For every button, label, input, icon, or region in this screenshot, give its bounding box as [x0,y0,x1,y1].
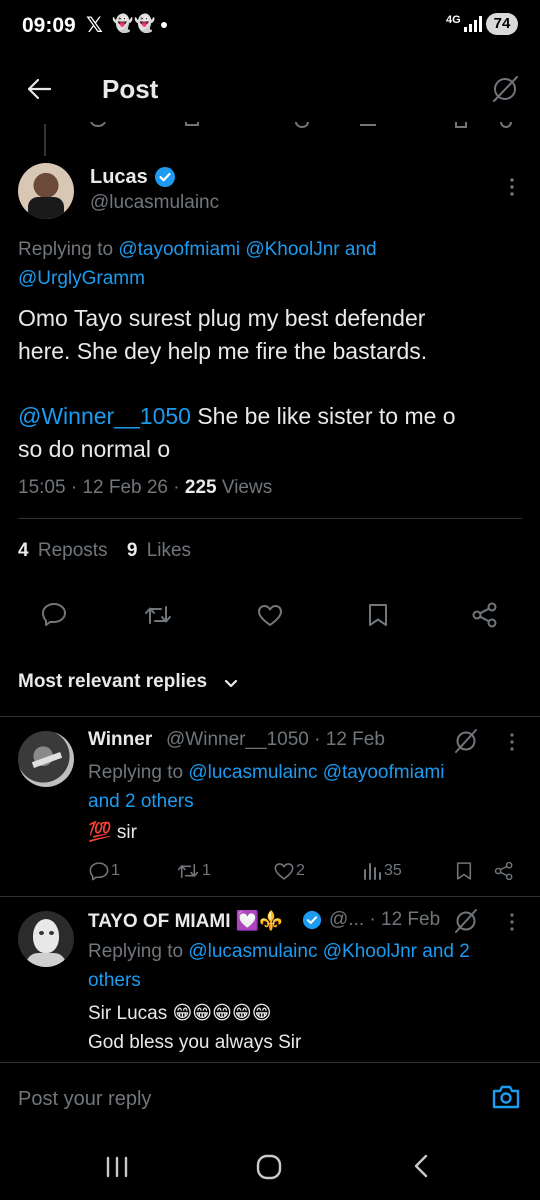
post-body-line1: Omo Tayo surest plug my best defender [18,305,426,331]
page-title: Post [102,74,159,104]
replying-to-links[interactable]: @tayoofmiami @KhoolJnr and [118,239,376,260]
reply-handle-date[interactable]: @... · 12 Feb [329,909,440,931]
network-label: 4G [446,14,461,26]
post-meta: 15:05 · 12 Feb 26 · 225 Views [18,477,272,499]
post-author-avatar[interactable] [18,163,74,219]
post-author-name[interactable]: Lucas [90,166,148,189]
views-icon[interactable] [362,861,382,881]
repost-icon[interactable] [176,860,200,882]
reply-author-name[interactable]: TAYO OF MIAMI 💟⚜️ [88,909,283,933]
reply-replies-count: 1 [111,862,120,879]
status-bar: 09:09 𝕏 👻 👻 4G 74 [0,0,540,52]
replies-sort-label[interactable]: Most relevant replies [18,671,207,693]
replies-divider [0,716,540,717]
like-icon[interactable] [255,601,285,629]
like-icon[interactable] [272,860,296,882]
reposts-count[interactable]: 4 [18,540,29,561]
clipped-action-row [90,122,520,130]
grok-icon[interactable] [453,908,479,934]
reply-icon[interactable] [40,600,68,628]
reply-text: Sir Lucas 😁😁😁😁😁 God bless you always Sir [88,999,301,1057]
post-body-line3: @Winner__1050 She be like sister to me o [18,403,456,429]
reply-handle-date[interactable]: @Winner__1050 · 12 Feb [166,729,385,751]
reply-icon[interactable] [88,860,110,882]
reply-mentions[interactable]: @lucasmulainc @KhoolJnr and 2 [188,941,470,962]
reply-reposts-count: 1 [202,862,211,879]
reply-text: 💯 sir [88,822,137,843]
likes-count[interactable]: 9 [127,540,138,561]
post-author-handle[interactable]: @lucasmulainc [90,192,219,214]
reply-text-line1: Sir Lucas 😁😁😁😁😁 [88,1003,272,1024]
notification-dot-icon [161,22,167,28]
likes-label[interactable]: Likes [147,540,191,561]
x-app-icon: 𝕏 [86,14,103,37]
reply-composer[interactable]: Post your reply [0,1063,540,1129]
snapchat-icon-2: 👻 [134,14,156,33]
status-time: 09:09 [22,14,76,37]
reply-mentions-2[interactable]: others [88,970,141,991]
more-options-icon[interactable] [502,731,522,753]
post-timestamp[interactable]: 15:05 · 12 Feb 26 · [18,477,185,498]
chevron-down-icon[interactable] [222,674,240,692]
share-icon[interactable] [493,860,515,882]
meta-divider [18,518,522,519]
verified-badge-icon [155,167,175,187]
grok-icon[interactable] [453,728,479,754]
post-mention[interactable]: @Winner__1050 [18,403,191,429]
reply-divider [0,896,540,897]
verified-badge-icon [302,910,322,930]
home-icon[interactable] [254,1153,284,1181]
reply-replying-to: Replying to @lucasmulainc @tayoofmiami a… [88,762,445,812]
reposts-label[interactable]: Reposts [38,540,108,561]
back-icon[interactable] [408,1152,434,1180]
reply-text-line2: God bless you always Sir [88,1032,302,1053]
parent-thread-line [44,124,46,156]
grok-icon[interactable] [490,74,520,104]
bookmark-icon[interactable] [366,601,390,629]
recent-apps-icon[interactable] [104,1155,130,1179]
reply-mentions[interactable]: @lucasmulainc @tayoofmiami [188,762,444,783]
battery-level: 74 [493,15,511,32]
share-icon[interactable] [470,600,500,630]
more-options-icon[interactable] [502,911,522,933]
camera-icon[interactable] [491,1083,521,1111]
snapchat-icon: 👻 [112,14,134,33]
post-replying-to: Replying to @tayoofmiami @KhoolJnr and @… [18,235,377,293]
repost-icon[interactable] [143,601,173,629]
system-nav-bar [0,1130,540,1200]
reply-avatar[interactable] [18,911,74,967]
bookmark-icon[interactable] [454,860,474,882]
reply-author-name[interactable]: Winner [88,729,152,751]
replying-prefix: Replying to [18,239,114,260]
reply-input[interactable]: Post your reply [18,1088,151,1111]
reply-likes-count: 2 [296,862,305,879]
more-options-icon[interactable] [502,176,522,198]
post-body-line2: here. She dey help me fire the bastards. [18,338,428,364]
reply-mentions-2[interactable]: and 2 others [88,791,194,812]
post-body-line4: so do normal o [18,436,171,462]
post-views-label: Views [216,477,273,498]
replying-to-links-2[interactable]: @UrglyGramm [18,268,145,289]
reply-replying-to: Replying to @lucasmulainc @KhoolJnr and … [88,941,470,991]
reply-avatar[interactable] [18,731,74,787]
signal-icon [464,16,482,32]
post-stats: 4 Reposts 9 Likes [18,540,191,562]
reply-views-count: 35 [384,862,402,879]
post-body: Omo Tayo surest plug my best defender he… [18,302,456,466]
back-arrow-icon[interactable] [24,74,54,104]
post-views-count: 225 [184,477,217,498]
